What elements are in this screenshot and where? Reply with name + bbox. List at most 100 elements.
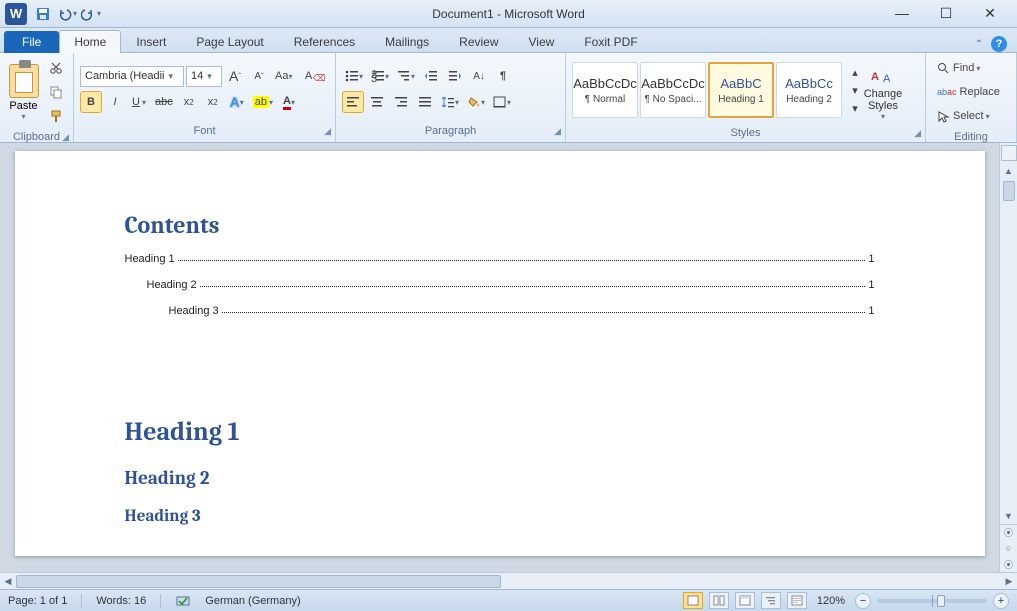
tab-home[interactable]: Home <box>59 30 121 53</box>
replace-button[interactable]: abacReplace <box>932 81 1000 103</box>
style-item-2[interactable]: AaBbCHeading 1 <box>708 62 774 118</box>
zoom-out-button[interactable]: − <box>855 593 871 609</box>
clear-formatting-button[interactable]: A⌫ <box>297 65 319 87</box>
scroll-right-button[interactable]: ▶ <box>1001 576 1017 587</box>
font-size-combo[interactable]: 14▾ <box>186 66 222 87</box>
format-painter-button[interactable] <box>45 105 67 127</box>
hscroll-track[interactable] <box>16 575 1001 588</box>
word-count[interactable]: Words: 16 <box>96 595 146 607</box>
next-page-button[interactable]: ⦿ <box>1000 556 1017 572</box>
numbering-button[interactable]: 123▾ <box>368 65 392 87</box>
copy-icon <box>49 85 63 99</box>
vertical-scrollbar[interactable]: ▲ ▼ ⦿ ○ ⦿ <box>999 143 1017 572</box>
tab-page-layout[interactable]: Page Layout <box>181 30 278 53</box>
font-dialog-launcher[interactable]: ◢ <box>324 126 331 137</box>
text-effects-button[interactable]: A▾ <box>226 91 248 113</box>
toc-row-1[interactable]: Heading 2 1 <box>125 279 875 291</box>
bold-button[interactable]: B <box>80 91 102 113</box>
decrease-indent-button[interactable] <box>420 65 442 87</box>
page[interactable]: Contents Heading 1 1Heading 2 1Heading 3… <box>15 151 985 556</box>
change-styles-button[interactable]: AA Change Styles▾ <box>858 57 908 123</box>
prev-page-button[interactable]: ⦿ <box>1000 524 1017 540</box>
scroll-up-button[interactable]: ▲ <box>1000 163 1017 179</box>
print-layout-view[interactable] <box>683 592 703 609</box>
page-indicator[interactable]: Page: 1 of 1 <box>8 595 67 607</box>
style-item-1[interactable]: AaBbCcDc¶ No Spaci... <box>640 62 706 118</box>
paragraph-dialog-launcher[interactable]: ◢ <box>554 126 561 137</box>
full-screen-view[interactable] <box>709 592 729 609</box>
highlight-button[interactable]: ab▾ <box>250 91 276 113</box>
tab-mailings[interactable]: Mailings <box>370 30 444 53</box>
group-editing: Find▾ abacReplace Select▾ Editing <box>926 53 1017 142</box>
shrink-font-button[interactable]: Aˇ <box>248 65 270 87</box>
language-indicator[interactable]: German (Germany) <box>205 595 300 607</box>
styles-dialog-launcher[interactable]: ◢ <box>914 128 921 139</box>
redo-button[interactable]: ▾ <box>81 4 101 24</box>
find-button[interactable]: Find▾ <box>932 57 1000 79</box>
align-right-icon <box>394 96 408 108</box>
draft-view[interactable] <box>787 592 807 609</box>
toc-row-2[interactable]: Heading 3 1 <box>125 305 875 317</box>
style-preview: AaBbCcDc <box>573 76 637 91</box>
change-styles-label: Change Styles <box>859 88 907 112</box>
strikethrough-button[interactable]: abc <box>152 91 176 113</box>
borders-button[interactable]: ▾ <box>490 91 514 113</box>
scroll-thumb[interactable] <box>1003 181 1015 201</box>
zoom-slider[interactable] <box>877 599 987 603</box>
tab-references[interactable]: References <box>279 30 370 53</box>
minimize-button[interactable]: — <box>889 5 915 22</box>
scroll-left-button[interactable]: ◀ <box>0 576 16 587</box>
italic-button[interactable]: I <box>104 91 126 113</box>
zoom-in-button[interactable]: + <box>993 593 1009 609</box>
close-button[interactable]: ✕ <box>977 5 1003 22</box>
font-name-combo[interactable]: Cambria (Headii▾ <box>80 66 184 87</box>
justify-button[interactable] <box>414 91 436 113</box>
outline-view[interactable] <box>761 592 781 609</box>
tab-foxit-pdf[interactable]: Foxit PDF <box>569 30 652 53</box>
ruler-toggle[interactable] <box>1001 145 1017 161</box>
underline-button[interactable]: U▾ <box>128 91 150 113</box>
select-button[interactable]: Select▾ <box>932 105 1000 127</box>
save-button[interactable] <box>33 4 53 24</box>
minimize-ribbon-button[interactable]: ⌃ <box>975 39 983 50</box>
font-size-value: 14 <box>191 70 203 82</box>
tab-review[interactable]: Review <box>444 30 513 53</box>
align-right-button[interactable] <box>390 91 412 113</box>
sort-button[interactable]: A↓ <box>468 65 490 87</box>
paste-button[interactable]: Paste ▾ <box>6 59 41 125</box>
browse-object-button[interactable]: ○ <box>1000 540 1017 556</box>
svg-text:A: A <box>871 71 879 83</box>
web-layout-view[interactable] <box>735 592 755 609</box>
cut-button[interactable] <box>45 57 67 79</box>
grow-font-button[interactable]: Aˆ <box>224 65 246 87</box>
zoom-level[interactable]: 120% <box>817 595 845 607</box>
clipboard-dialog-launcher[interactable]: ◢ <box>62 132 69 143</box>
font-color-button[interactable]: A▾ <box>278 91 300 113</box>
scroll-down-button[interactable]: ▼ <box>1000 508 1017 524</box>
hscroll-thumb[interactable] <box>16 575 501 588</box>
style-item-0[interactable]: AaBbCcDc¶ Normal <box>572 62 638 118</box>
tab-view[interactable]: View <box>514 30 570 53</box>
shading-button[interactable]: ▾ <box>464 91 488 113</box>
bullets-button[interactable]: ▾ <box>342 65 366 87</box>
horizontal-scrollbar[interactable]: ◀ ▶ <box>0 572 1017 589</box>
line-spacing-button[interactable]: ▾ <box>438 91 462 113</box>
superscript-button[interactable]: x2 <box>202 91 224 113</box>
increase-indent-button[interactable] <box>444 65 466 87</box>
change-case-button[interactable]: Aa▾ <box>272 65 295 87</box>
subscript-button[interactable]: x2 <box>178 91 200 113</box>
tab-insert[interactable]: Insert <box>121 30 181 53</box>
style-item-3[interactable]: AaBbCcHeading 2 <box>776 62 842 118</box>
svg-text:A: A <box>883 73 891 85</box>
maximize-button[interactable]: ☐ <box>933 5 959 22</box>
align-left-button[interactable] <box>342 91 364 113</box>
show-marks-button[interactable]: ¶ <box>492 65 514 87</box>
proofing-icon[interactable] <box>175 594 191 608</box>
toc-row-0[interactable]: Heading 1 1 <box>125 253 875 265</box>
copy-button[interactable] <box>45 81 67 103</box>
help-button[interactable]: ? <box>991 36 1007 52</box>
undo-button[interactable]: ▾ <box>57 4 77 24</box>
align-center-button[interactable] <box>366 91 388 113</box>
multilevel-list-button[interactable]: ▾ <box>394 65 418 87</box>
file-tab[interactable]: File <box>4 31 59 53</box>
